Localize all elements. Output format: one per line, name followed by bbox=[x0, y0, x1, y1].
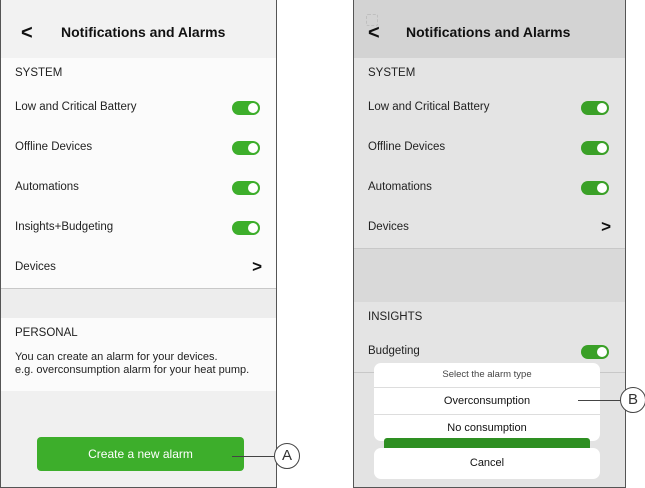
section-insights: INSIGHTS bbox=[354, 302, 625, 333]
setting-row-insights-budgeting: Insights+Budgeting bbox=[1, 208, 276, 249]
setting-label: Offline Devices bbox=[368, 141, 446, 153]
header: < Notifications and Alarms bbox=[1, 0, 276, 67]
section-system: SYSTEM bbox=[1, 58, 276, 89]
section-system: SYSTEM bbox=[354, 58, 625, 89]
setting-label: Automations bbox=[368, 181, 432, 193]
left-phone-screen: < Notifications and Alarms SYSTEM Low an… bbox=[0, 0, 277, 488]
callout-b: B bbox=[620, 387, 645, 413]
toggle-low-battery[interactable] bbox=[232, 101, 260, 115]
personal-description: You can create an alarm for your devices… bbox=[1, 347, 276, 391]
alarm-type-sheet: Select the alarm type Overconsumption No… bbox=[374, 363, 600, 441]
setting-row-offline-devices: Offline Devices bbox=[354, 128, 625, 169]
toggle-budgeting[interactable] bbox=[581, 345, 609, 359]
toggle-knob bbox=[597, 143, 607, 153]
setting-row-automations: Automations bbox=[1, 168, 276, 209]
setting-label: Automations bbox=[15, 181, 79, 193]
header: < Notifications and Alarms bbox=[354, 0, 625, 67]
setting-label: Low and Critical Battery bbox=[368, 101, 490, 113]
callout-a-line bbox=[232, 456, 274, 457]
chevron-right-icon: > bbox=[252, 257, 262, 276]
chevron-right-icon: > bbox=[601, 217, 611, 236]
section-personal: PERSONAL bbox=[1, 318, 276, 349]
callout-a: A bbox=[274, 443, 300, 469]
toggle-automations[interactable] bbox=[232, 181, 260, 195]
option-overconsumption[interactable]: Overconsumption bbox=[374, 388, 600, 415]
devices-row[interactable]: Devices > bbox=[1, 248, 276, 289]
sheet-title: Select the alarm type bbox=[374, 363, 600, 388]
setting-row-offline-devices: Offline Devices bbox=[1, 128, 276, 169]
toggle-knob bbox=[248, 183, 258, 193]
callout-b-line bbox=[578, 400, 622, 401]
description-line-2: e.g. overconsumption alarm for your heat… bbox=[15, 364, 250, 376]
toggle-knob bbox=[248, 103, 258, 113]
devices-label: Devices bbox=[368, 221, 409, 233]
cancel-button[interactable]: Cancel bbox=[374, 448, 600, 479]
toggle-offline-devices[interactable] bbox=[581, 141, 609, 155]
setting-row-low-battery: Low and Critical Battery bbox=[354, 88, 625, 129]
toggle-knob bbox=[248, 143, 258, 153]
back-button[interactable]: < bbox=[368, 22, 380, 45]
toggle-offline-devices[interactable] bbox=[232, 141, 260, 155]
setting-label: Budgeting bbox=[368, 345, 420, 357]
toggle-low-battery[interactable] bbox=[581, 101, 609, 115]
back-button[interactable]: < bbox=[21, 22, 33, 45]
description-line-1: You can create an alarm for your devices… bbox=[15, 351, 218, 363]
toggle-knob bbox=[597, 347, 607, 357]
page-title: Notifications and Alarms bbox=[406, 24, 571, 40]
create-new-alarm-button[interactable]: Create a new alarm bbox=[37, 437, 244, 471]
toggle-knob bbox=[248, 223, 258, 233]
devices-row[interactable]: Devices > bbox=[354, 208, 625, 249]
setting-label: Low and Critical Battery bbox=[15, 101, 137, 113]
devices-label: Devices bbox=[15, 261, 56, 273]
toggle-knob bbox=[597, 183, 607, 193]
setting-label: Insights+Budgeting bbox=[15, 221, 114, 233]
setting-row-low-battery: Low and Critical Battery bbox=[1, 88, 276, 129]
setting-row-automations: Automations bbox=[354, 168, 625, 209]
setting-label: Offline Devices bbox=[15, 141, 93, 153]
right-phone-screen: < Notifications and Alarms SYSTEM Low an… bbox=[353, 0, 626, 488]
spacer bbox=[354, 249, 625, 302]
toggle-knob bbox=[597, 103, 607, 113]
toggle-insights-budgeting[interactable] bbox=[232, 221, 260, 235]
toggle-automations[interactable] bbox=[581, 181, 609, 195]
page-title: Notifications and Alarms bbox=[61, 24, 226, 40]
